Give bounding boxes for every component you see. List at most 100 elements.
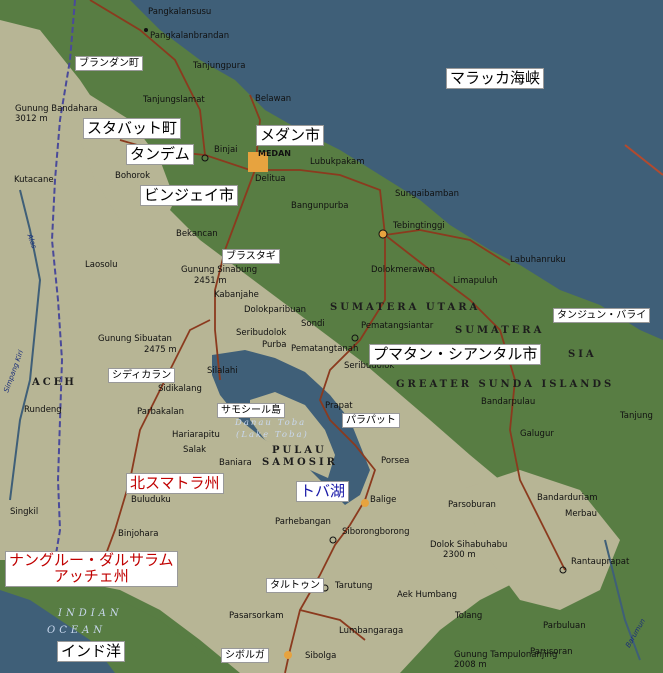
label-lake-toba: トバ湖 — [296, 481, 350, 502]
label-indian-ocean: インド洋 — [57, 641, 126, 662]
map-canvas[interactable]: Pangkalansusu Pangkalanbrandan Tanjungpu… — [0, 0, 663, 673]
peak-sinabung-name: Gunung Sinabung — [181, 265, 258, 275]
label-parapat: パラパット — [342, 413, 400, 428]
label-berastagi: ブラスタギ — [222, 249, 280, 264]
place-labuhanruku: Labuhanruku — [510, 255, 566, 265]
place-sondi: Sondi — [301, 319, 325, 329]
label-aceh-province: ナングルー・ダルサラム アッチェ州 — [5, 551, 178, 587]
place-binjohara: Binjohara — [118, 529, 159, 539]
place-tarutung: Tarutung — [335, 581, 373, 591]
place-tanjung: Tanjung — [620, 411, 653, 421]
peak-tampulonanjing-name: Gunung Tampulonanjing — [454, 650, 558, 660]
place-parsoburan: Parsoburan — [448, 500, 496, 510]
place-aek-humbang: Aek Humbang — [397, 590, 457, 600]
place-dolokparibuan: Dolokparibuan — [244, 305, 307, 315]
place-laosolu: Laosolu — [85, 260, 118, 270]
place-buluduku: Buluduku — [131, 495, 171, 505]
place-pangkalansusu: Pangkalansusu — [148, 7, 212, 17]
place-tebingtinggi: Tebingtinggi — [393, 221, 445, 231]
place-sungaibamban: Sungaibamban — [395, 189, 460, 199]
place-lubukpakam: Lubukpakam — [310, 157, 365, 167]
label-aceh-province-line2: アッチェ州 — [53, 566, 129, 585]
place-baniara: Baniara — [219, 458, 252, 468]
place-singkil: Singkil — [10, 507, 39, 517]
place-delitua: Delitua — [255, 174, 286, 184]
place-sidikalang: Sidikalang — [158, 384, 202, 394]
region-aceh: ACEH — [32, 377, 77, 388]
place-lumbangaraga: Lumbangaraga — [339, 626, 404, 636]
place-bohorok: Bohorok — [115, 171, 151, 181]
label-brandan: ブランダン町 — [75, 56, 143, 71]
place-hariarapitu: Hariarapitu — [172, 430, 220, 440]
peak-tampulonanjing-elev: 2008 m — [454, 660, 487, 670]
region-sumatera-utara: SUMATERA UTARA — [330, 302, 481, 313]
place-purba: Purba — [262, 340, 287, 350]
place-pangkalanbrandan: Pangkalanbrandan — [150, 31, 230, 41]
place-dolokmerawan: Dolokmerawan — [371, 265, 435, 275]
label-sibolga: シボルガ — [221, 648, 269, 663]
marker-sibolga — [284, 651, 292, 659]
peak-sibuatan-name: Gunung Sibuatan — [98, 334, 172, 344]
region-sumatera: SUMATERA — [455, 325, 545, 336]
place-galugur: Galugur — [520, 429, 554, 439]
place-tanjungpura: Tanjungpura — [193, 61, 246, 71]
place-kabanjahe: Kabanjahe — [214, 290, 259, 300]
label-pematangsiantar-city: プマタン・シアンタル市 — [369, 344, 542, 365]
place-belawan: Belawan — [255, 94, 292, 104]
peak-bandahara-elev: 3012 m — [15, 114, 48, 124]
place-limapuluh: Limapuluh — [453, 276, 498, 286]
label-binjai-city: ビンジェイ市 — [140, 185, 239, 206]
place-salak: Salak — [183, 445, 207, 455]
place-prapat: Prapat — [325, 401, 353, 411]
region-pulau: PULAU — [272, 445, 327, 456]
place-parbuluan: Parbuluan — [543, 621, 586, 631]
label-tanjung-balai: タンジュン・バライ — [553, 308, 651, 323]
region-samosir: SAMOSIR — [262, 457, 338, 468]
lake-toba-en: (Lake Toba) — [236, 430, 309, 440]
label-sidikalang: シディカラン — [108, 368, 176, 383]
marker-balige — [361, 499, 369, 507]
label-medan-city: メダン市 — [256, 125, 325, 146]
peak-sibuatan-elev: 2475 m — [144, 345, 177, 355]
place-parhebangan: Parhebangan — [275, 517, 331, 527]
place-balige: Balige — [370, 495, 397, 505]
place-tanjungslamat: Tanjungslamat — [143, 95, 205, 105]
water-ocean: OCEAN — [47, 625, 107, 636]
place-bandarpulau: Bandarpulau — [481, 397, 536, 407]
place-seribudolok: Seribudolok — [236, 328, 287, 338]
place-pematangtanah: Pematangtanah — [291, 344, 359, 354]
marker-tebingtinggi — [378, 229, 388, 239]
peak-sihabuhabu-name: Dolok Sihabuhabu — [430, 540, 508, 550]
label-malacca-strait: マラッカ海峡 — [446, 68, 545, 89]
place-medan: MEDAN — [258, 149, 291, 158]
place-sibolga: Sibolga — [305, 651, 337, 661]
place-bekancan: Bekancan — [176, 229, 218, 239]
place-parbakalan: Parbakalan — [137, 407, 184, 417]
place-pematangsiantar: Pematangsiantar — [361, 321, 434, 331]
place-silalahi: Silalahi — [207, 366, 238, 376]
lake-danau-toba: Danau Toba — [235, 418, 307, 428]
place-bangunpurba: Bangunpurba — [291, 201, 349, 211]
peak-bandahara-name: Gunung Bandahara — [15, 104, 98, 114]
place-pasarsorkam: Pasarsorkam — [229, 611, 284, 621]
peak-sinabung-elev: 2451 m — [194, 276, 227, 286]
place-tolang: Tolang — [455, 611, 483, 621]
water-indian: INDIAN — [58, 608, 123, 619]
label-tandem: タンデム — [126, 144, 194, 165]
place-merbau: Merbau — [565, 509, 598, 519]
label-tarutung: タルトゥン — [266, 578, 324, 593]
place-porsea: Porsea — [381, 456, 410, 466]
marker-pangkalanbrandan — [144, 28, 148, 32]
place-rundeng: Rundeng — [24, 405, 62, 415]
label-samosir-island: サモシール島 — [217, 403, 285, 418]
place-rantauprapat: Rantauprapat — [571, 557, 630, 567]
place-binjai: Binjai — [214, 145, 238, 155]
peak-sihabuhabu-elev: 2300 m — [443, 550, 476, 560]
place-bandarduriam: Bandarduriam — [537, 493, 598, 503]
region-greater-sunda: GREATER SUNDA ISLANDS — [396, 379, 615, 390]
place-siborongborong: Siborongborong — [342, 527, 410, 537]
label-stabat: スタバット町 — [83, 118, 182, 139]
place-kutacane: Kutacane — [14, 175, 54, 185]
region-sia: SIA — [568, 349, 597, 360]
label-north-sumatra: 北スマトラ州 — [126, 473, 224, 494]
